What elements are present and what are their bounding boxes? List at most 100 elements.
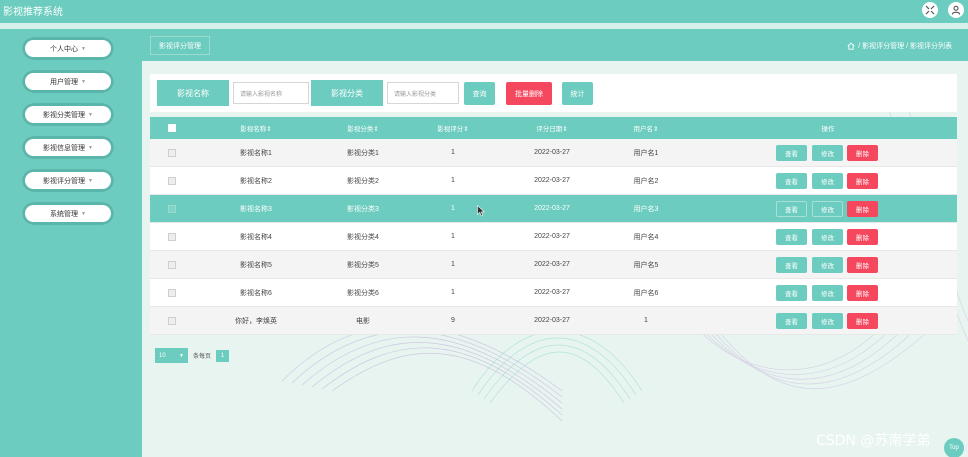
table-header: 影视名称⇕ 影视分类⇕ 影视评分⇕ 评分日期⇕ 用户名⇕ 操作 — [150, 117, 957, 139]
delete-button[interactable]: 删除 — [847, 313, 878, 329]
table-row[interactable]: 影视名称2 影视分类2 1 2022-03-27 用户名2 查看 修改 删除 — [150, 167, 957, 195]
sidebar — [0, 29, 142, 457]
pagination: 10 ▼ 条每页 1 — [155, 348, 230, 363]
sidebar-item-movie-info-management[interactable]: 影视信息管理 ▼ — [22, 136, 114, 159]
movie-category-label: 影视分类 — [311, 80, 383, 106]
top-bar — [0, 0, 968, 23]
edit-button[interactable]: 修改 — [812, 201, 843, 217]
cell-category: 影视分类1 — [347, 149, 379, 157]
back-to-top-button[interactable]: Top — [944, 438, 964, 457]
cell-movie-name: 你好，李焕英 — [235, 317, 277, 325]
cell-username: 用户名6 — [633, 289, 659, 297]
table-row[interactable]: 影视名称3 影视分类3 1 2022-03-27 用户名3 查看 修改 删除 — [150, 195, 957, 223]
cell-movie-name: 影视名称4 — [240, 233, 272, 241]
movie-category-input[interactable]: 请输入影视分类 — [387, 82, 459, 104]
cell-rating: 1 — [451, 149, 455, 156]
delete-button[interactable]: 删除 — [847, 229, 878, 245]
table-row[interactable]: 你好，李焕英 电影 9 2022-03-27 1 查看 修改 删除 — [150, 307, 957, 335]
mouse-cursor-icon — [477, 205, 485, 217]
main-header — [142, 29, 968, 61]
batch-delete-button[interactable]: 批量删除 — [506, 82, 552, 105]
cell-rating-date: 2022-03-27 — [534, 317, 570, 324]
fullscreen-icon[interactable] — [922, 2, 938, 18]
query-button[interactable]: 查询 — [464, 82, 495, 105]
page-tag[interactable]: 影视评分管理 — [150, 36, 210, 55]
row-checkbox[interactable] — [168, 148, 176, 157]
chevron-down-icon: ▼ — [179, 352, 184, 359]
cell-username: 1 — [644, 317, 648, 324]
cell-username: 用户名4 — [633, 233, 659, 241]
app-title: 影视推荐系统 — [3, 7, 63, 18]
cell-movie-name: 影视名称1 — [240, 149, 272, 157]
view-button[interactable]: 查看 — [776, 145, 807, 161]
delete-button[interactable]: 删除 — [847, 173, 878, 189]
view-button[interactable]: 查看 — [776, 257, 807, 273]
sidebar-item-rating-management[interactable]: 影视评分管理 ▼ — [22, 169, 114, 192]
breadcrumb-path: / 影视评分管理 / 影视评分列表 — [858, 43, 952, 50]
edit-button[interactable]: 修改 — [812, 285, 843, 301]
col-rating-date[interactable]: 评分日期⇕ — [502, 117, 602, 139]
cell-movie-name: 影视名称3 — [240, 205, 272, 213]
row-checkbox[interactable] — [168, 232, 176, 241]
delete-button[interactable]: 删除 — [847, 257, 878, 273]
sidebar-item-personal-center[interactable]: 个人中心 ▼ — [22, 37, 114, 60]
col-category[interactable]: 影视分类⇕ — [313, 117, 413, 139]
view-button[interactable]: 查看 — [776, 313, 807, 329]
movie-name-input[interactable]: 请输入影视名称 — [233, 82, 309, 104]
cell-rating-date: 2022-03-27 — [534, 261, 570, 268]
movie-name-label: 影视名称 — [157, 80, 229, 106]
view-button[interactable]: 查看 — [776, 229, 807, 245]
delete-button[interactable]: 删除 — [847, 201, 878, 217]
col-rating[interactable]: 影视评分⇕ — [403, 117, 503, 139]
page-size-select[interactable]: 10 ▼ — [155, 348, 188, 363]
cell-movie-name: 影视名称2 — [240, 177, 272, 185]
cell-rating-date: 2022-03-27 — [534, 149, 570, 156]
statistics-button[interactable]: 统计 — [562, 82, 593, 105]
row-checkbox[interactable] — [168, 316, 176, 325]
cell-rating: 1 — [451, 261, 455, 268]
edit-button[interactable]: 修改 — [812, 145, 843, 161]
cell-rating: 1 — [451, 177, 455, 184]
page-number[interactable]: 1 — [216, 349, 230, 362]
view-button[interactable]: 查看 — [776, 173, 807, 189]
view-button[interactable]: 查看 — [776, 201, 807, 217]
edit-button[interactable]: 修改 — [812, 257, 843, 273]
view-button[interactable]: 查看 — [776, 285, 807, 301]
select-all-checkbox[interactable] — [168, 124, 176, 132]
chevron-down-icon: ▼ — [88, 111, 93, 118]
sidebar-item-category-management[interactable]: 影视分类管理 ▼ — [22, 103, 114, 126]
cell-category: 影视分类5 — [347, 261, 379, 269]
edit-button[interactable]: 修改 — [812, 313, 843, 329]
cell-movie-name: 影视名称6 — [240, 289, 272, 297]
cell-rating: 1 — [451, 289, 455, 296]
cell-rating-date: 2022-03-27 — [534, 233, 570, 240]
table-row[interactable]: 影视名称5 影视分类5 1 2022-03-27 用户名5 查看 修改 删除 — [150, 251, 957, 279]
table-row[interactable]: 影视名称1 影视分类1 1 2022-03-27 用户名1 查看 修改 删除 — [150, 139, 957, 167]
cell-rating: 1 — [451, 233, 455, 240]
row-checkbox[interactable] — [168, 176, 176, 185]
col-movie-name[interactable]: 影视名称⇕ — [206, 117, 306, 139]
sidebar-item-user-management[interactable]: 用户管理 ▼ — [22, 70, 114, 93]
chevron-down-icon: ▼ — [81, 210, 86, 217]
table-row[interactable]: 影视名称4 影视分类4 1 2022-03-27 用户名4 查看 修改 删除 — [150, 223, 957, 251]
table-row[interactable]: 影视名称6 影视分类6 1 2022-03-27 用户名6 查看 修改 删除 — [150, 279, 957, 307]
cell-category: 影视分类6 — [347, 289, 379, 297]
col-username[interactable]: 用户名⇕ — [596, 117, 696, 139]
delete-button[interactable]: 删除 — [847, 285, 878, 301]
cell-rating-date: 2022-03-27 — [534, 289, 570, 296]
edit-button[interactable]: 修改 — [812, 229, 843, 245]
delete-button[interactable]: 删除 — [847, 145, 878, 161]
user-icon[interactable] — [948, 2, 964, 18]
row-checkbox[interactable] — [168, 260, 176, 269]
cell-rating-date: 2022-03-27 — [534, 205, 570, 212]
home-icon[interactable] — [847, 42, 855, 50]
cell-category: 电影 — [356, 317, 370, 325]
row-checkbox[interactable] — [168, 288, 176, 297]
chevron-down-icon: ▼ — [81, 78, 86, 85]
sidebar-item-system-management[interactable]: 系统管理 ▼ — [22, 202, 114, 225]
cell-category: 影视分类2 — [347, 177, 379, 185]
cell-username: 用户名2 — [633, 177, 659, 185]
cell-movie-name: 影视名称5 — [240, 261, 272, 269]
edit-button[interactable]: 修改 — [812, 173, 843, 189]
row-checkbox[interactable] — [168, 204, 176, 213]
